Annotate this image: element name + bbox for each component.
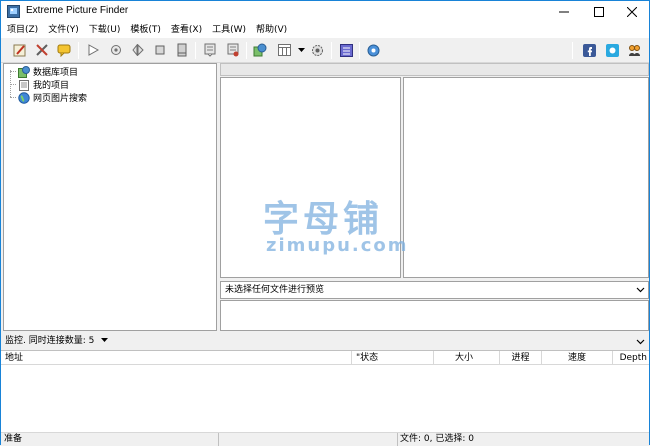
view-icon	[277, 44, 291, 56]
toolbar-separator	[572, 42, 573, 59]
comment-icon	[57, 44, 71, 57]
globe-image-icon	[253, 43, 267, 57]
column-header-depth[interactable]: Depth	[613, 351, 649, 365]
chevron-down-icon[interactable]	[636, 333, 645, 350]
group-icon	[628, 44, 640, 56]
column-header-speed[interactable]: 速度	[542, 351, 613, 365]
minimize-button[interactable]	[547, 1, 581, 22]
stop-button[interactable]	[152, 42, 168, 58]
chevron-down-icon	[297, 47, 305, 52]
menu-download[interactable]: 下载(U)	[84, 22, 126, 38]
tree-item-database-projects[interactable]: 数据库项目	[8, 65, 78, 78]
step-icon	[132, 44, 144, 56]
database-project-icon	[18, 65, 30, 78]
settings-button[interactable]	[108, 42, 124, 58]
tree-item-label: 网页图片搜索	[33, 94, 88, 104]
menu-tools[interactable]: 工具(W)	[207, 22, 251, 38]
template-icon	[204, 43, 216, 57]
column-header-status[interactable]: "状态	[352, 351, 434, 365]
status-text: 准备	[4, 434, 23, 444]
preview-label-text: 未选择任何文件进行预览	[225, 285, 325, 295]
toolbar-separator	[246, 42, 247, 59]
step-button[interactable]	[130, 42, 146, 58]
twitter-button[interactable]	[604, 42, 620, 58]
template2-button[interactable]	[225, 42, 241, 58]
view-header-bar	[220, 63, 649, 76]
album-icon	[339, 43, 353, 57]
play-button[interactable]	[85, 42, 101, 58]
preview-selector[interactable]: 未选择任何文件进行预览	[220, 281, 649, 299]
details-pane[interactable]	[403, 77, 649, 278]
globe-image-button[interactable]	[252, 42, 268, 58]
toolbar-separator	[331, 42, 332, 59]
toolbar-separator	[78, 42, 79, 59]
new-project-button[interactable]	[12, 42, 28, 58]
settings-icon	[111, 45, 121, 55]
status-divider	[218, 433, 219, 446]
preview-area	[220, 300, 649, 331]
help-button[interactable]	[365, 42, 381, 58]
globe-icon	[18, 91, 30, 104]
menu-template[interactable]: 模板(T)	[125, 22, 166, 38]
watermark-url: zimupu.com	[266, 235, 409, 256]
menu-view[interactable]: 查看(X)	[166, 22, 207, 38]
minimize-icon	[559, 11, 569, 12]
menu-file[interactable]: 文件(Y)	[43, 22, 84, 38]
status-file-count: 文件: 0, 已选择: 0	[400, 434, 474, 444]
view-dropdown-button[interactable]	[293, 42, 309, 58]
template-button[interactable]	[202, 42, 218, 58]
comment-button[interactable]	[56, 42, 72, 58]
help-icon	[367, 44, 379, 56]
app-window: Extreme Picture Finder 项目(Z) 文件(Y) 下载(U)…	[0, 0, 650, 446]
project-tree: 数据库项目 我的项目 网页图片搜索	[3, 63, 217, 331]
app-icon	[7, 5, 20, 18]
gear-icon	[311, 44, 323, 56]
chevron-down-icon	[636, 287, 645, 293]
toolbar-separator	[359, 42, 360, 59]
column-header-progress[interactable]: 进程	[500, 351, 542, 365]
download-table-header: 地址 "状态 大小 进程 速度 Depth	[1, 350, 649, 365]
menu-project[interactable]: 项目(Z)	[2, 22, 43, 38]
close-icon	[627, 6, 637, 17]
folder-icon	[19, 79, 29, 91]
twitter-icon	[605, 43, 619, 57]
title-bar: Extreme Picture Finder	[1, 1, 649, 22]
tree-item-web-image-search[interactable]: 网页图片搜索	[8, 91, 87, 104]
monitor-bar: 监控. 同时连接数量: 5	[1, 333, 649, 350]
toolbar-separator	[195, 42, 196, 59]
menu-bar: 项目(Z) 文件(Y) 下载(U) 模板(T) 查看(X) 工具(W) 帮助(V…	[1, 22, 649, 38]
facebook-icon	[582, 43, 596, 57]
status-bar: 准备 文件: 0, 已选择: 0	[1, 432, 649, 446]
menu-help[interactable]: 帮助(V)	[251, 22, 292, 38]
album-button[interactable]	[338, 42, 354, 58]
play-icon	[88, 44, 99, 56]
tools-icon	[36, 44, 48, 56]
tree-item-my-projects[interactable]: 我的项目	[8, 78, 69, 91]
column-header-address[interactable]: 地址	[1, 351, 352, 365]
toolbar	[1, 38, 649, 63]
template2-icon	[227, 43, 239, 57]
facebook-button[interactable]	[581, 42, 597, 58]
column-header-size[interactable]: 大小	[434, 351, 500, 365]
maximize-icon	[594, 6, 604, 17]
tree-item-label: 数据库项目	[33, 68, 79, 78]
maximize-button[interactable]	[582, 1, 616, 22]
download-table-body[interactable]	[1, 365, 649, 433]
database-icon	[177, 43, 187, 57]
view-button[interactable]	[276, 42, 292, 58]
close-button[interactable]	[615, 1, 649, 22]
group-button[interactable]	[626, 42, 642, 58]
tree-item-label: 我的项目	[33, 81, 70, 91]
new-project-icon	[13, 44, 26, 57]
monitor-dropdown-icon[interactable]	[101, 338, 109, 343]
gear-button[interactable]	[309, 42, 325, 58]
tools-button[interactable]	[34, 42, 50, 58]
database-button[interactable]	[174, 42, 190, 58]
monitor-label: 监控. 同时连接数量: 5	[5, 336, 95, 346]
stop-icon	[155, 45, 165, 55]
window-title: Extreme Picture Finder	[26, 5, 129, 16]
status-divider	[397, 433, 398, 446]
